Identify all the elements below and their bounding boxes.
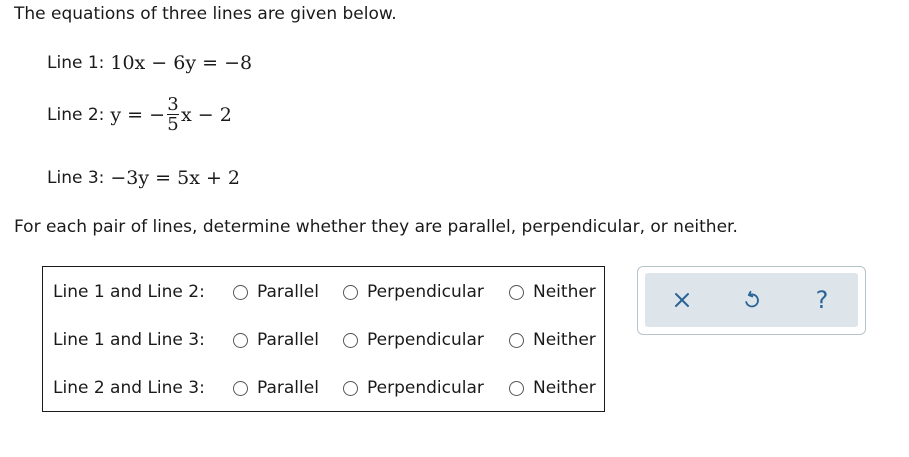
line-3-equation: Line 3: −3y = 5x + 2	[47, 167, 240, 189]
answer-row-1: Line 1 and Line 2: Parallel Perpendicula…	[53, 280, 596, 304]
radio-button[interactable]	[509, 380, 524, 396]
option-neither[interactable]: Neither	[509, 330, 596, 350]
option-label: Parallel	[257, 282, 319, 302]
fraction-numerator: 3	[167, 94, 179, 115]
radio-button[interactable]	[509, 332, 524, 348]
option-neither[interactable]: Neither	[509, 282, 596, 302]
line-1-math: 10x − 6y = −8	[110, 52, 253, 74]
option-parallel[interactable]: Parallel	[233, 378, 343, 398]
option-perpendicular[interactable]: Perpendicular	[343, 330, 509, 350]
option-parallel[interactable]: Parallel	[233, 282, 343, 302]
option-label: Neither	[533, 282, 596, 302]
help-icon: ?	[815, 286, 829, 314]
help-button[interactable]: ?	[797, 273, 847, 327]
fraction-denominator: 5	[167, 114, 179, 135]
option-label: Perpendicular	[367, 282, 484, 302]
line-2-fraction: 3 5	[167, 94, 180, 135]
option-parallel[interactable]: Parallel	[233, 330, 343, 350]
answer-row-3: Line 2 and Line 3: Parallel Perpendicula…	[53, 376, 596, 400]
pair-label: Line 2 and Line 3:	[53, 378, 205, 398]
radio-button[interactable]	[343, 284, 358, 300]
line-2-lhs: y = −	[110, 103, 166, 126]
line-3-label: Line 3:	[47, 168, 105, 188]
line-2-equation: Line 2: y = − 3 5 x − 2	[47, 95, 232, 134]
instruction-text: For each pair of lines, determine whethe…	[14, 217, 738, 237]
line-1-label: Line 1:	[47, 53, 105, 73]
clear-button[interactable]	[657, 273, 707, 327]
line-2-rhs: x − 2	[181, 103, 232, 126]
radio-button[interactable]	[233, 332, 248, 348]
option-label: Parallel	[257, 378, 319, 398]
close-icon	[675, 293, 689, 307]
pair-label: Line 1 and Line 2:	[53, 282, 205, 302]
line-1-equation: Line 1: 10x − 6y = −8	[47, 52, 252, 74]
radio-button[interactable]	[233, 380, 248, 396]
toolbar-panel: ?	[645, 273, 858, 327]
option-label: Neither	[533, 378, 596, 398]
option-label: Neither	[533, 330, 596, 350]
radio-button[interactable]	[343, 380, 358, 396]
option-label: Perpendicular	[367, 330, 484, 350]
undo-icon	[745, 290, 759, 308]
option-perpendicular[interactable]: Perpendicular	[343, 282, 509, 302]
answer-box: Line 1 and Line 2: Parallel Perpendicula…	[42, 266, 605, 412]
radio-button[interactable]	[509, 284, 524, 300]
option-perpendicular[interactable]: Perpendicular	[343, 378, 509, 398]
option-label: Parallel	[257, 330, 319, 350]
undo-button[interactable]	[727, 273, 777, 327]
radio-button[interactable]	[233, 284, 248, 300]
intro-text: The equations of three lines are given b…	[14, 4, 397, 24]
answer-row-2: Line 1 and Line 3: Parallel Perpendicula…	[53, 328, 596, 352]
pair-label: Line 1 and Line 3:	[53, 330, 205, 350]
radio-button[interactable]	[343, 332, 358, 348]
line-3-math: −3y = 5x + 2	[110, 167, 241, 189]
option-label: Perpendicular	[367, 378, 484, 398]
line-2-label: Line 2:	[47, 104, 105, 125]
option-neither[interactable]: Neither	[509, 378, 596, 398]
answer-toolbar: ?	[637, 266, 866, 335]
